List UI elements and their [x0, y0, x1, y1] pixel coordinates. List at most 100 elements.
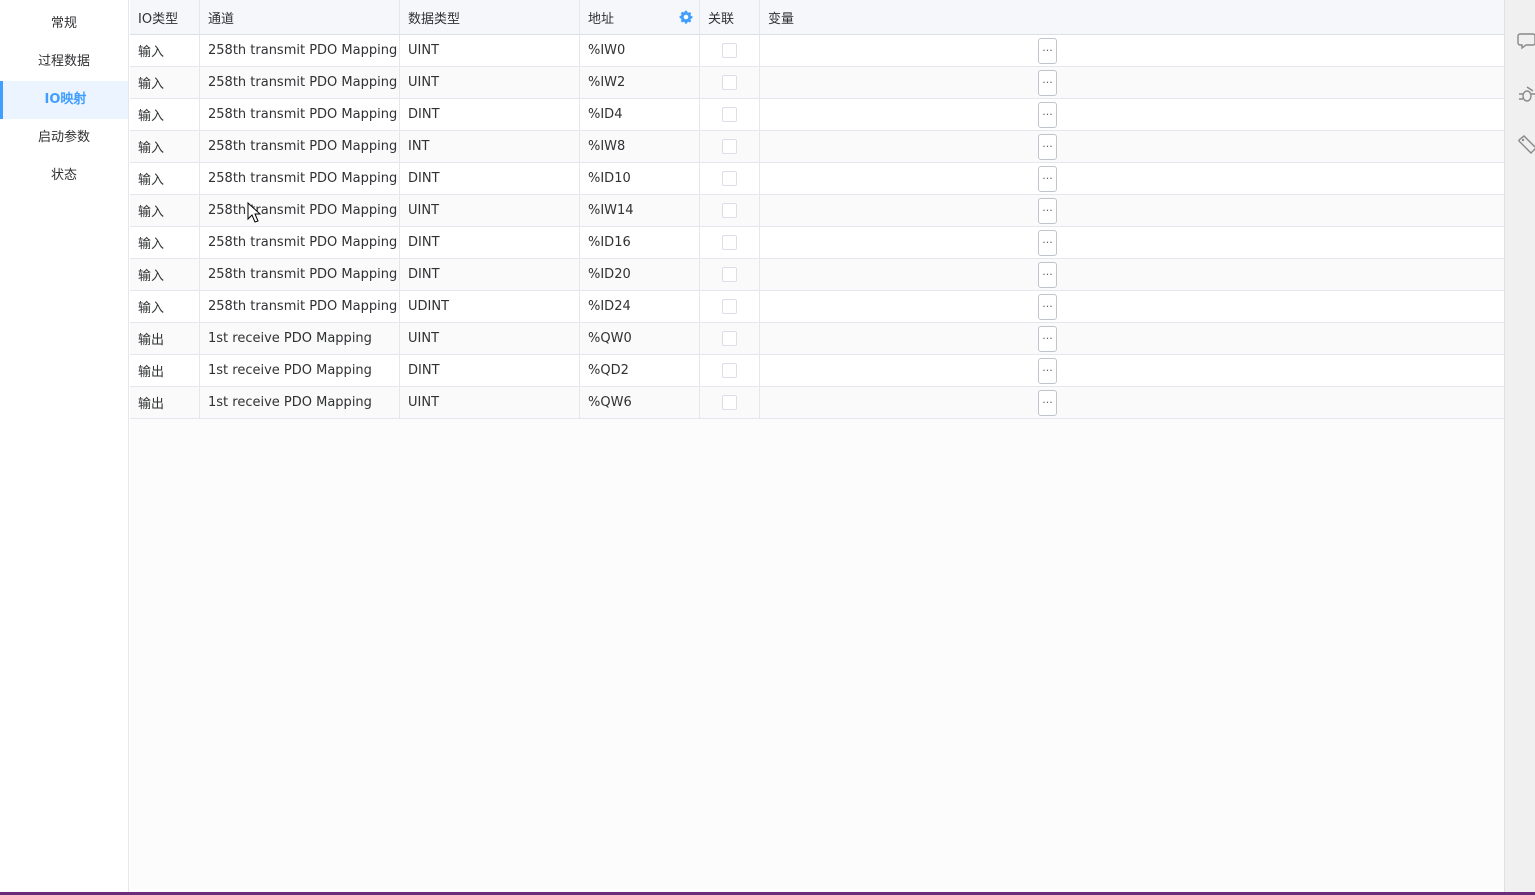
cell-variable[interactable]: ... — [760, 355, 1504, 386]
table-row[interactable]: 输入 258th transmit PDO Mapping UINT %IW2... — [130, 67, 1504, 99]
header-data-type[interactable]: 数据类型 — [400, 0, 580, 34]
browse-variable-button[interactable]: ... — [1038, 134, 1057, 160]
app-window: 常规 过程数据 IO映射 启动参数 状态 IO类型 通道 数据类型 地址 关联 … — [0, 0, 1535, 895]
tag-icon[interactable] — [1517, 134, 1535, 156]
cell-variable[interactable]: ... — [760, 323, 1504, 354]
cell-address: %ID24 — [580, 291, 700, 322]
header-io-type[interactable]: IO类型 — [130, 0, 200, 34]
table-row[interactable]: 输入 258th transmit PDO Mapping UDINT %ID24..… — [130, 291, 1504, 323]
header-channel[interactable]: 通道 — [200, 0, 400, 34]
sidebar-item-startup-params[interactable]: 启动参数 — [0, 119, 128, 157]
cell-link — [700, 99, 760, 130]
cell-io-type: 输入 — [130, 163, 200, 194]
browse-variable-button[interactable]: ... — [1038, 102, 1057, 128]
browse-variable-button[interactable]: ... — [1038, 38, 1057, 64]
link-checkbox[interactable] — [722, 395, 737, 410]
browse-variable-button[interactable]: ... — [1038, 166, 1057, 192]
cell-io-type: 输出 — [130, 387, 200, 418]
cell-link — [700, 195, 760, 226]
browse-variable-button[interactable]: ... — [1038, 390, 1057, 416]
cell-data-type: DINT — [400, 355, 580, 386]
link-checkbox[interactable] — [722, 171, 737, 186]
cell-variable[interactable]: ... — [760, 163, 1504, 194]
browse-variable-button[interactable]: ... — [1038, 358, 1057, 384]
cell-channel: 258th transmit PDO Mapping — [200, 35, 400, 66]
cell-variable[interactable]: ... — [760, 131, 1504, 162]
link-checkbox[interactable] — [722, 267, 737, 282]
table-row[interactable]: 输入 258th transmit PDO Mapping UINT %IW14... — [130, 195, 1504, 227]
cell-address: %IW0 — [580, 35, 700, 66]
cell-io-type: 输出 — [130, 323, 200, 354]
header-variable[interactable]: 变量 — [760, 0, 1504, 34]
table-row[interactable]: 输出 1st receive PDO Mapping DINT %QD2... — [130, 355, 1504, 387]
cell-variable[interactable]: ... — [760, 291, 1504, 322]
browse-variable-button[interactable]: ... — [1038, 230, 1057, 256]
link-checkbox[interactable] — [722, 235, 737, 250]
cell-data-type: DINT — [400, 227, 580, 258]
link-checkbox[interactable] — [722, 139, 737, 154]
cell-link — [700, 131, 760, 162]
cell-address: %ID4 — [580, 99, 700, 130]
table-row[interactable]: 输入 258th transmit PDO Mapping DINT %ID16... — [130, 227, 1504, 259]
table-row[interactable]: 输入 258th transmit PDO Mapping UINT %IW0... — [130, 35, 1504, 67]
cell-data-type: DINT — [400, 163, 580, 194]
bug-icon[interactable] — [1517, 84, 1535, 106]
cell-data-type: DINT — [400, 259, 580, 290]
sidebar-item-io-mapping[interactable]: IO映射 — [0, 81, 128, 119]
table-row[interactable]: 输入 258th transmit PDO Mapping INT %IW8... — [130, 131, 1504, 163]
link-checkbox[interactable] — [722, 75, 737, 90]
chat-icon[interactable] — [1517, 30, 1535, 52]
link-checkbox[interactable] — [722, 107, 737, 122]
table-row[interactable]: 输出 1st receive PDO Mapping UINT %QW0... — [130, 323, 1504, 355]
table-row[interactable]: 输入 258th transmit PDO Mapping DINT %ID4... — [130, 99, 1504, 131]
cell-variable[interactable]: ... — [760, 67, 1504, 98]
cell-data-type: UINT — [400, 195, 580, 226]
cell-io-type: 输入 — [130, 35, 200, 66]
cell-address: %ID16 — [580, 227, 700, 258]
link-checkbox[interactable] — [722, 331, 737, 346]
cell-link — [700, 259, 760, 290]
right-toolbar — [1504, 0, 1535, 892]
cell-channel: 258th transmit PDO Mapping — [200, 99, 400, 130]
browse-variable-button[interactable]: ... — [1038, 294, 1057, 320]
cell-variable[interactable]: ... — [760, 227, 1504, 258]
cell-channel: 258th transmit PDO Mapping — [200, 67, 400, 98]
gear-icon[interactable] — [679, 10, 693, 24]
link-checkbox[interactable] — [722, 203, 737, 218]
cell-variable[interactable]: ... — [760, 259, 1504, 290]
cell-channel: 258th transmit PDO Mapping — [200, 163, 400, 194]
browse-variable-button[interactable]: ... — [1038, 198, 1057, 224]
table-row[interactable]: 输入 258th transmit PDO Mapping DINT %ID20... — [130, 259, 1504, 291]
cell-channel: 1st receive PDO Mapping — [200, 355, 400, 386]
cell-variable[interactable]: ... — [760, 387, 1504, 418]
cell-variable[interactable]: ... — [760, 99, 1504, 130]
cell-io-type: 输入 — [130, 259, 200, 290]
sidebar-item-status[interactable]: 状态 — [0, 157, 128, 195]
header-address[interactable]: 地址 — [580, 0, 700, 34]
table-header: IO类型 通道 数据类型 地址 关联 变量 — [130, 0, 1504, 35]
cell-link — [700, 323, 760, 354]
cell-io-type: 输入 — [130, 99, 200, 130]
cell-variable[interactable]: ... — [760, 195, 1504, 226]
cell-channel: 258th transmit PDO Mapping — [200, 195, 400, 226]
cell-data-type: DINT — [400, 99, 580, 130]
cell-data-type: UINT — [400, 35, 580, 66]
sidebar-item-process-data[interactable]: 过程数据 — [0, 43, 128, 81]
browse-variable-button[interactable]: ... — [1038, 326, 1057, 352]
link-checkbox[interactable] — [722, 299, 737, 314]
link-checkbox[interactable] — [722, 43, 737, 58]
browse-variable-button[interactable]: ... — [1038, 262, 1057, 288]
cell-variable[interactable]: ... — [760, 35, 1504, 66]
table-row[interactable]: 输入 258th transmit PDO Mapping DINT %ID10... — [130, 163, 1504, 195]
cell-data-type: UDINT — [400, 291, 580, 322]
cell-channel: 258th transmit PDO Mapping — [200, 259, 400, 290]
cell-io-type: 输入 — [130, 227, 200, 258]
cell-address: %IW2 — [580, 67, 700, 98]
link-checkbox[interactable] — [722, 363, 737, 378]
header-link[interactable]: 关联 — [700, 0, 760, 34]
cell-link — [700, 227, 760, 258]
table-row[interactable]: 输出 1st receive PDO Mapping UINT %QW6... — [130, 387, 1504, 419]
sidebar-item-general[interactable]: 常规 — [0, 5, 128, 43]
browse-variable-button[interactable]: ... — [1038, 70, 1057, 96]
io-mapping-table: IO类型 通道 数据类型 地址 关联 变量 输入 258th transmit P… — [130, 0, 1504, 419]
